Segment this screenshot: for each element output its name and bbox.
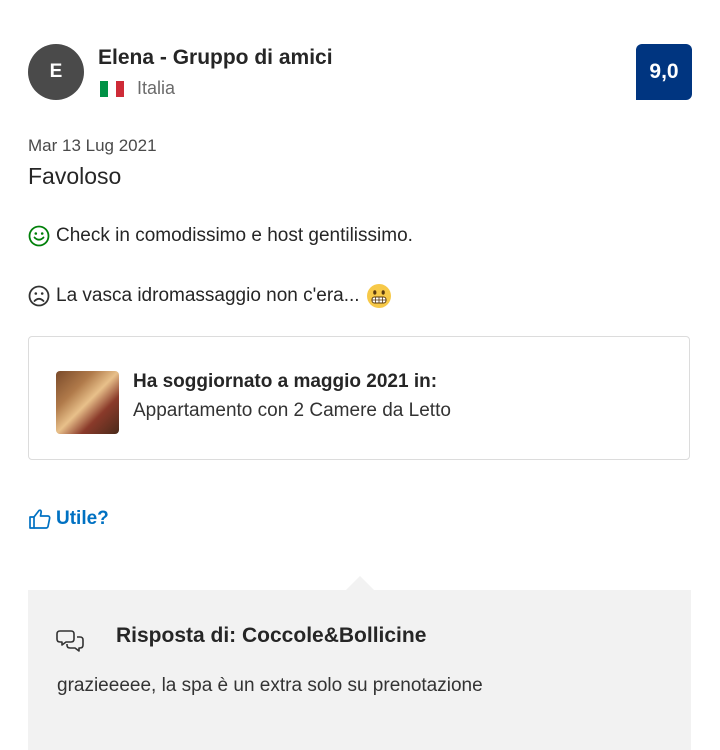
positive-line: Check in comodissimo e host gentilissimo… xyxy=(28,225,413,247)
smile-icon xyxy=(28,225,50,247)
score-badge: 9,0 xyxy=(636,44,692,100)
thumbs-up-icon xyxy=(29,509,51,529)
grimacing-face-icon xyxy=(366,284,391,308)
reviewer-name: Elena - Gruppo di amici xyxy=(98,46,333,69)
helpful-label: Utile? xyxy=(56,508,109,529)
review-title: Favoloso xyxy=(28,163,122,189)
negative-text: La vasca idromassaggio non c'era... xyxy=(56,285,360,306)
reply-title: Risposta di: Coccole&Bollicine xyxy=(116,624,427,647)
frown-icon xyxy=(28,285,50,307)
helpful-button[interactable]: Utile? xyxy=(28,508,109,530)
chat-bubbles-icon xyxy=(56,630,84,652)
host-reply-box xyxy=(28,590,691,750)
review-date: Mar 13 Lug 2021 xyxy=(28,136,157,155)
reply-text: grazieeeee, la spa è un extra solo su pr… xyxy=(57,675,483,696)
reply-notch xyxy=(346,576,374,590)
negative-line: La vasca idromassaggio non c'era... xyxy=(28,283,398,309)
room-thumbnail[interactable] xyxy=(56,371,119,434)
italy-flag-icon xyxy=(100,81,124,97)
positive-text: Check in comodissimo e host gentilissimo… xyxy=(56,225,413,246)
stay-title: Ha soggiornato a maggio 2021 in: xyxy=(133,371,438,392)
avatar: E xyxy=(28,44,84,100)
room-type: Appartamento con 2 Camere da Letto xyxy=(133,400,451,421)
reviewer-country: Italia xyxy=(137,78,176,98)
stay-info-card xyxy=(28,336,690,460)
